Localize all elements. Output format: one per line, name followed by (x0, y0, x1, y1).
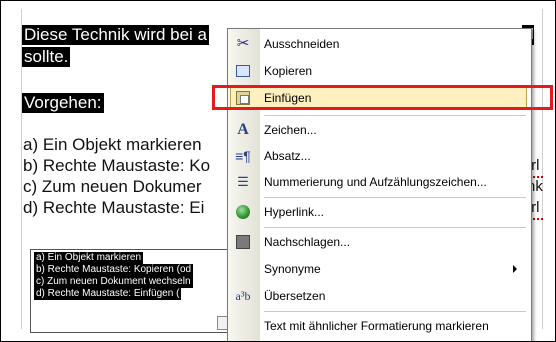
doc-line-2[interactable]: sollte. (22, 47, 71, 67)
menu-item-research[interactable]: Nachschlagen... (228, 229, 531, 255)
menu-item-label: Übersetzen (264, 289, 326, 303)
mini-line-2: b) Rechte Maustaste: Kopieren (od (34, 264, 194, 276)
menu-separator (264, 311, 526, 312)
menu-item-label: Nummerierung und Aufzählungszeichen... (264, 175, 487, 189)
menu-item-font[interactable]: A Zeichen... (228, 117, 531, 143)
menu-item-synonyms[interactable]: Synonyme (228, 256, 531, 282)
menu-item-hyperlink[interactable]: Hyperlink... (228, 199, 531, 225)
submenu-arrow-icon (513, 265, 517, 273)
doc-line-5[interactable]: b) Rechte Maustaste: Ko (23, 156, 210, 176)
copy-icon (233, 62, 253, 80)
menu-item-translate[interactable]: a³b Übersetzen (228, 283, 531, 309)
doc-line-6[interactable]: c) Zum neuen Dokumer (23, 177, 202, 197)
menu-item-paragraph[interactable]: ≡¶ Absatz... (228, 143, 531, 169)
context-menu: ✂ Ausschneiden Kopieren Einfügen A Zeich… (227, 28, 532, 341)
menu-item-label: Ausschneiden (264, 37, 340, 51)
menu-item-bullets-numbering[interactable]: ☰ Nummerierung und Aufzählungszeichen... (228, 169, 531, 195)
menu-item-label: Absatz... (264, 149, 311, 163)
doc-line-4[interactable]: a) Ein Objekt markieren (23, 135, 202, 155)
font-icon: A (237, 121, 249, 138)
doc-line-1[interactable]: Diese Technik wird bei a (22, 25, 209, 45)
screenshot-frame: Diese Technik wird bei a sollte. Vorgehe… (0, 0, 556, 342)
list-icon: ☰ (237, 174, 249, 189)
mini-line-1: a) Ein Objekt markieren (34, 252, 144, 264)
doc-line-3[interactable]: Vorgehen: (22, 93, 104, 113)
mini-line-3: c) Zum neuen Dokument wechseln (34, 276, 193, 288)
annotation-highlight-box (212, 85, 553, 110)
menu-item-label: Synonyme (264, 262, 321, 276)
menu-item-copy[interactable]: Kopieren (228, 58, 531, 84)
mini-line-4: d) Rechte Maustaste: Einfügen ( (34, 288, 182, 300)
doc-line-7[interactable]: d) Rechte Maustaste: Ei (23, 198, 204, 218)
menu-item-label: Nachschlagen... (264, 235, 351, 249)
menu-separator (264, 227, 526, 228)
menu-item-label: Hyperlink... (264, 205, 325, 219)
menu-separator (264, 115, 526, 116)
embedded-screenshot: a) Ein Objekt markieren b) Rechte Mausta… (30, 249, 248, 333)
menu-item-cut[interactable]: ✂ Ausschneiden (228, 31, 531, 57)
menu-item-label: Text mit ähnlicher Formatierung markiere… (264, 319, 489, 333)
menu-item-label: Zeichen... (264, 123, 317, 137)
paragraph-icon: ≡¶ (235, 148, 251, 164)
translate-icon: a³b (235, 289, 251, 303)
menu-item-select-similar-formatting[interactable]: Text mit ähnlicher Formatierung markiere… (228, 313, 531, 339)
hyperlink-icon (233, 203, 253, 221)
menu-item-label: Kopieren (264, 64, 313, 78)
menu-separator (264, 197, 526, 198)
research-icon (233, 233, 253, 251)
scissors-icon: ✂ (236, 35, 250, 52)
